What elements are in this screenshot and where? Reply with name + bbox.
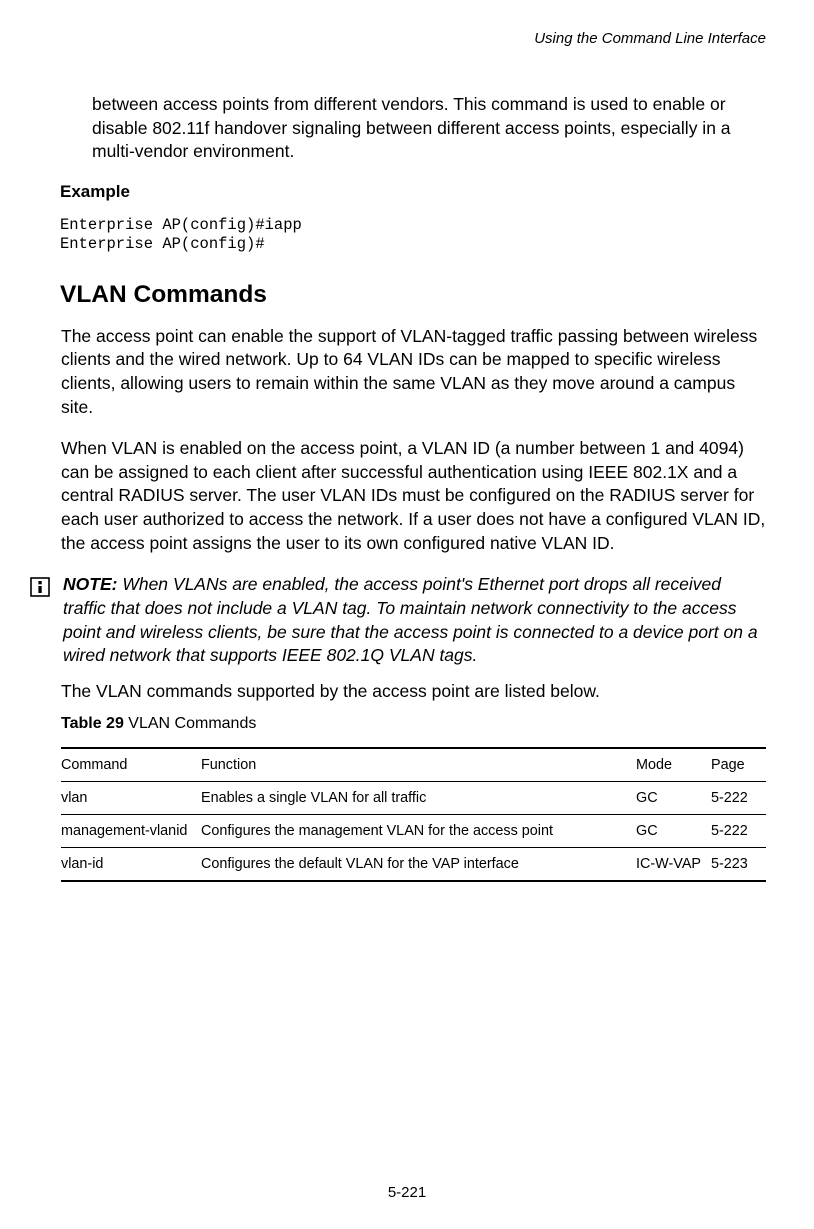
vlan-commands-table: Command Function Mode Page vlan Enables … <box>61 747 766 882</box>
cell-mode: IC-W-VAP <box>636 848 711 882</box>
example-heading: Example <box>60 182 766 202</box>
cell-page: 5-222 <box>711 815 766 848</box>
table-caption: Table 29 VLAN Commands <box>61 715 766 733</box>
cell-function: Enables a single VLAN for all traffic <box>201 782 636 815</box>
section-paragraph-2: When VLAN is enabled on the access point… <box>61 437 766 555</box>
cell-command: management-vlanid <box>61 815 201 848</box>
note-label: NOTE: <box>63 574 117 594</box>
cell-mode: GC <box>636 815 711 848</box>
th-function: Function <box>201 748 636 782</box>
section-paragraph-1: The access point can enable the support … <box>61 325 766 420</box>
cell-function: Configures the default VLAN for the VAP … <box>201 848 636 882</box>
note-text: NOTE: When VLANs are enabled, the access… <box>63 573 766 668</box>
cell-page: 5-223 <box>711 848 766 882</box>
cell-command: vlan <box>61 782 201 815</box>
cell-function: Configures the management VLAN for the a… <box>201 815 636 848</box>
cell-mode: GC <box>636 782 711 815</box>
table-caption-label: Table 29 <box>61 715 124 732</box>
table-row: vlan Enables a single VLAN for all traff… <box>61 782 766 815</box>
cell-page: 5-222 <box>711 782 766 815</box>
code-example: Enterprise AP(config)#iapp Enterprise AP… <box>60 216 766 255</box>
th-mode: Mode <box>636 748 711 782</box>
running-header: Using the Command Line Interface <box>30 30 774 47</box>
intro-paragraph: between access points from different ven… <box>92 93 766 164</box>
table-row: vlan-id Configures the default VLAN for … <box>61 848 766 882</box>
table-row: management-vlanid Configures the managem… <box>61 815 766 848</box>
table-caption-text: VLAN Commands <box>124 715 257 732</box>
after-note-paragraph: The VLAN commands supported by the acces… <box>61 680 766 704</box>
info-icon <box>30 577 50 602</box>
note-block: NOTE: When VLANs are enabled, the access… <box>30 573 766 668</box>
table-header-row: Command Function Mode Page <box>61 748 766 782</box>
th-page: Page <box>711 748 766 782</box>
note-body: When VLANs are enabled, the access point… <box>63 574 758 665</box>
cell-command: vlan-id <box>61 848 201 882</box>
section-heading-vlan-commands: VLAN Commands <box>60 281 766 309</box>
th-command: Command <box>61 748 201 782</box>
page-number: 5-221 <box>0 1184 814 1201</box>
